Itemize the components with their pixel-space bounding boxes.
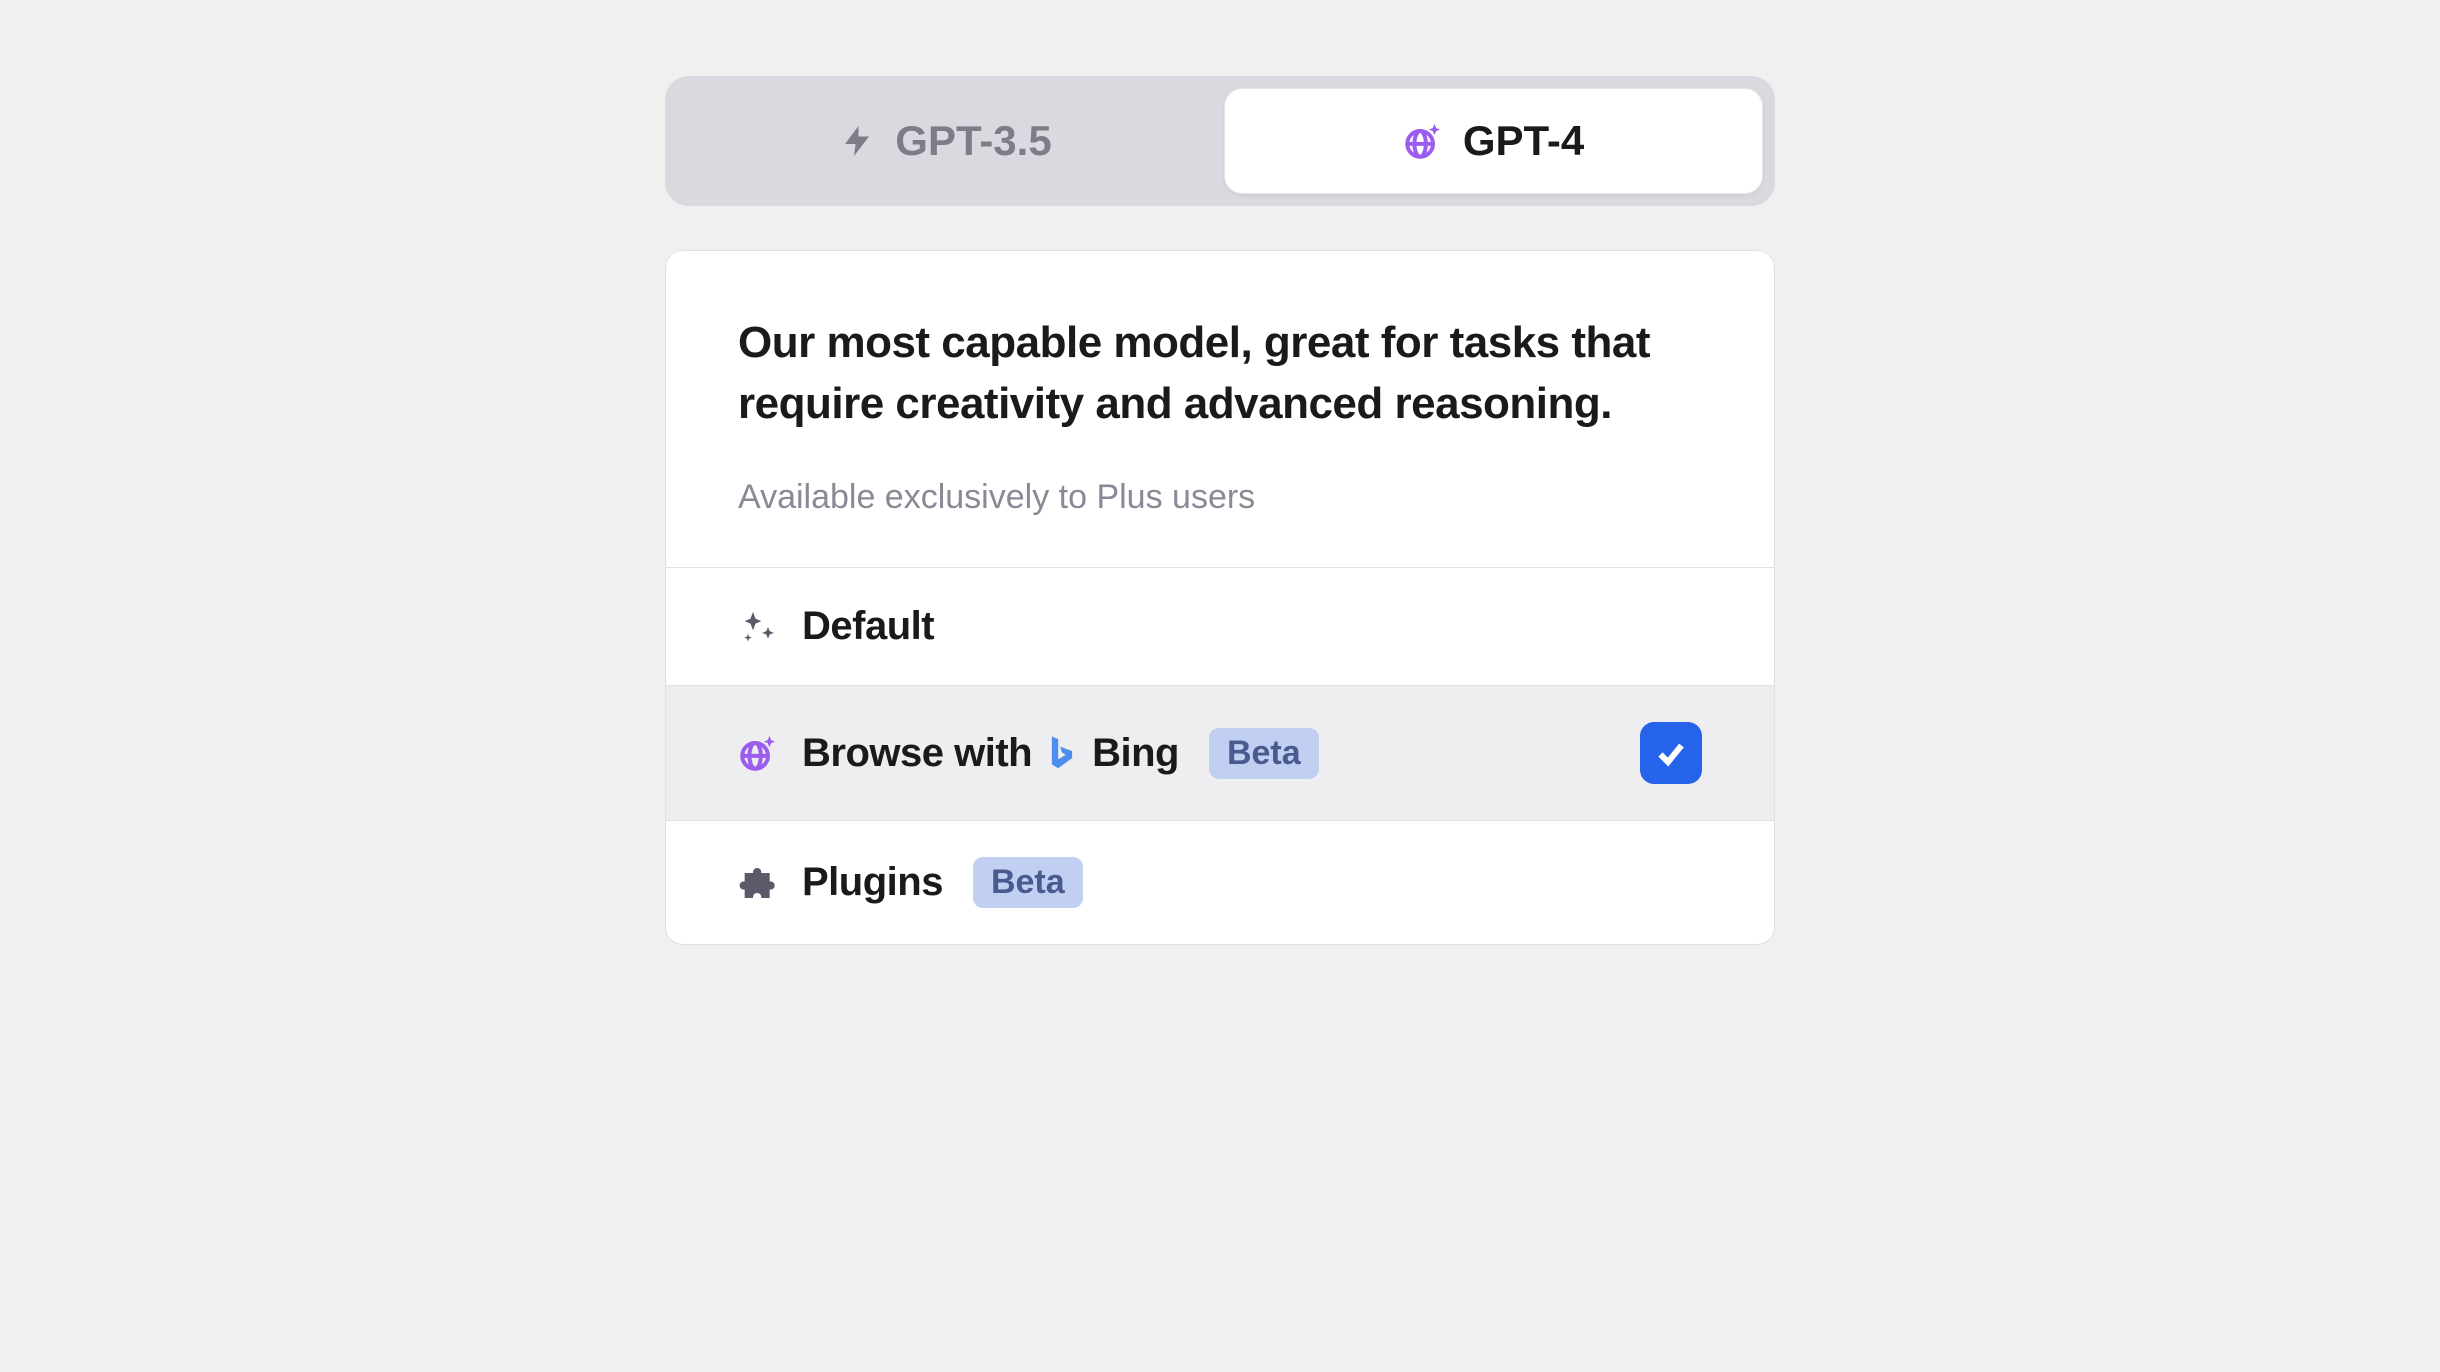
availability-note: Available exclusively to Plus users xyxy=(738,478,1702,517)
sparkles-icon xyxy=(738,607,778,647)
option-label-suffix: Bing xyxy=(1092,731,1179,776)
option-label: Default xyxy=(802,604,934,649)
toggle-gpt-3-5[interactable]: GPT-3.5 xyxy=(677,88,1214,194)
option-label-group: Browse with Bing xyxy=(802,731,1179,776)
globe-sparkle-icon xyxy=(738,733,778,773)
option-label-prefix: Browse with xyxy=(802,731,1032,776)
model-toggle-group: GPT-3.5 GPT-4 xyxy=(665,76,1775,206)
toggle-gpt-4[interactable]: GPT-4 xyxy=(1224,88,1763,194)
puzzle-icon xyxy=(738,863,778,903)
checkmark-icon xyxy=(1653,735,1689,771)
option-browse-bing[interactable]: Browse with Bing Beta xyxy=(666,686,1774,821)
beta-badge: Beta xyxy=(973,857,1083,908)
option-label: Plugins xyxy=(802,860,943,905)
description-section: Our most capable model, great for tasks … xyxy=(666,251,1774,568)
toggle-label: GPT-4 xyxy=(1463,117,1584,165)
model-description: Our most capable model, great for tasks … xyxy=(738,313,1702,434)
bing-icon xyxy=(1046,734,1078,772)
toggle-label: GPT-3.5 xyxy=(895,117,1051,165)
lightning-icon xyxy=(839,123,875,159)
checkbox-checked[interactable] xyxy=(1640,722,1702,784)
model-details-card: Our most capable model, great for tasks … xyxy=(665,250,1775,945)
beta-badge: Beta xyxy=(1209,728,1319,779)
option-default[interactable]: Default xyxy=(666,568,1774,686)
globe-sparkle-icon xyxy=(1403,121,1443,161)
option-plugins[interactable]: Plugins Beta xyxy=(666,821,1774,944)
model-selector: GPT-3.5 GPT-4 Our most capable model, gr… xyxy=(665,76,1775,945)
